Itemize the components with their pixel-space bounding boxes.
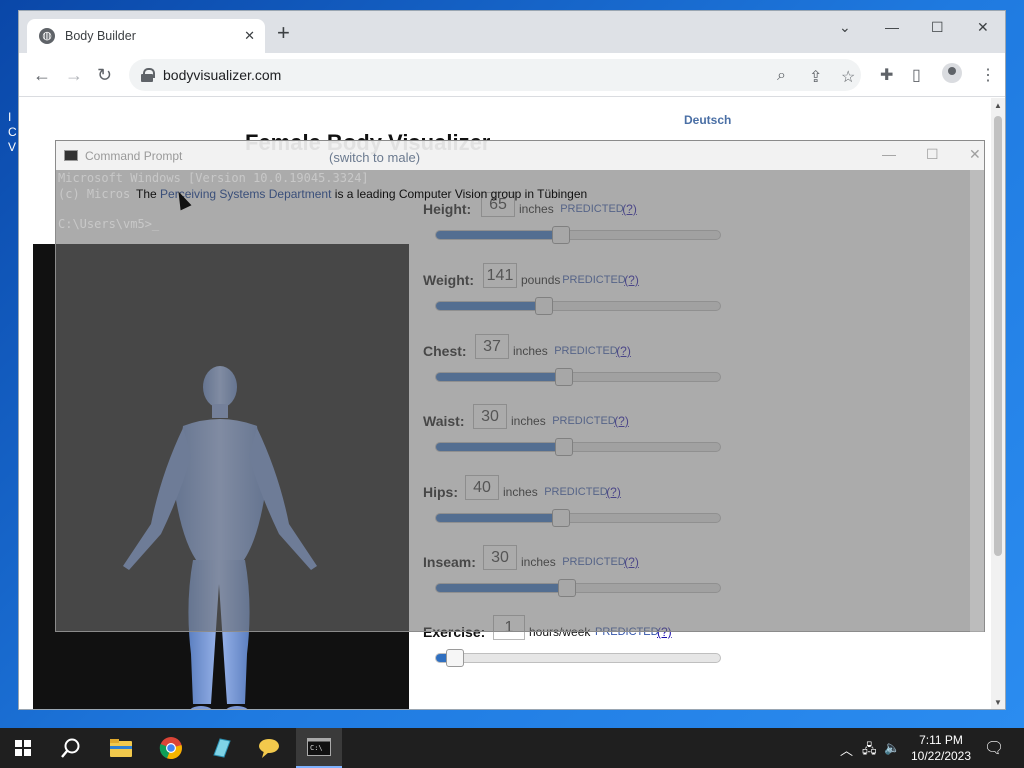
forward-button[interactable]: → <box>65 65 83 85</box>
terminal-icon: C:\ <box>307 738 331 756</box>
cmd-line-1: Microsoft Windows [Version 10.0.19045.33… <box>58 171 369 185</box>
globe-icon: ◍ <box>39 28 55 44</box>
address-bar[interactable]: bodyvisualizer.com ⌕ ⇪ ☆ <box>129 59 861 91</box>
tray-chevron-icon[interactable]: ︿ <box>840 740 853 759</box>
desktop-label-2: C <box>8 125 17 139</box>
profile-avatar-icon[interactable] <box>942 63 962 83</box>
command-prompt-taskbar-button[interactable]: C:\ <box>296 728 342 768</box>
slider-track[interactable] <box>435 653 721 663</box>
tab-search-icon[interactable]: ⌄ <box>839 19 851 36</box>
close-window-button[interactable]: ✕ <box>977 19 989 36</box>
extensions-icon[interactable]: ✚ <box>880 65 893 85</box>
url-text: bodyvisualizer.com <box>163 67 282 83</box>
clock-time: 7:11 PM <box>919 733 963 747</box>
chrome-icon <box>159 737 182 760</box>
volume-muted-icon[interactable]: 🔈 <box>884 740 900 756</box>
sticky-notes-button[interactable] <box>246 728 292 768</box>
scroll-down-icon[interactable]: ▼ <box>994 698 1002 707</box>
bookmark-star-icon[interactable]: ☆ <box>841 67 855 87</box>
side-panel-icon[interactable]: ▯ <box>912 65 921 85</box>
scrollbar-thumb[interactable] <box>994 116 1002 556</box>
cmd-line-2: (c) Micros <box>58 187 131 201</box>
intro-suffix: is a leading Computer Vision group in Tü… <box>334 187 588 201</box>
scroll-up-icon[interactable]: ▲ <box>994 101 1002 110</box>
tab-close-icon[interactable]: ✕ <box>244 28 255 44</box>
share-icon[interactable]: ⇪ <box>809 67 822 87</box>
cmd-app-icon <box>64 150 78 161</box>
windows-logo-icon <box>15 740 31 756</box>
system-clock[interactable]: 7:11 PM 10/22/2023 <box>906 732 976 764</box>
lock-icon <box>141 68 155 82</box>
chat-bubble-icon <box>259 739 279 758</box>
page-scrollbar[interactable]: ▲ ▼ <box>991 98 1005 709</box>
chrome-button[interactable] <box>148 728 194 768</box>
cmd-scrollbar[interactable] <box>970 170 984 632</box>
notepad-button[interactable] <box>198 728 244 768</box>
start-button[interactable] <box>0 728 46 768</box>
zoom-icon[interactable]: ⌕ <box>777 67 786 85</box>
cmd-close-button[interactable]: ✕ <box>969 146 981 163</box>
switch-to-male-link[interactable]: (switch to male) <box>329 150 420 165</box>
command-prompt-window[interactable]: Command Prompt (switch to male) — ☐ ✕ Mi… <box>55 140 985 632</box>
language-link-deutsch[interactable]: Deutsch <box>684 113 731 127</box>
notifications-icon[interactable]: 🗨 <box>984 738 1004 758</box>
tab-title: Body Builder <box>65 29 136 43</box>
cmd-maximize-button[interactable]: ☐ <box>926 146 939 163</box>
svg-text:C:\: C:\ <box>310 744 323 752</box>
tab-body-builder[interactable]: ◍ Body Builder ✕ <box>27 19 265 53</box>
intro-text: The Perceiving Systems Department is a l… <box>136 187 587 201</box>
clock-date: 10/22/2023 <box>910 749 972 763</box>
minimize-button[interactable]: — <box>885 19 899 35</box>
network-icon[interactable]: 🖧 <box>862 740 877 762</box>
taskbar: C:\ ︿ 🖧 🔈 7:11 PM 10/22/2023 🗨 <box>0 728 1024 768</box>
file-explorer-button[interactable] <box>98 728 144 768</box>
tab-strip: ◍ Body Builder ✕ + ⌄ — ☐ ✕ <box>19 11 1005 53</box>
desktop-icon-labels: I C V <box>8 110 17 155</box>
intro-prefix: The <box>136 187 157 201</box>
browser-toolbar: ← → ↻ bodyvisualizer.com ⌕ ⇪ ☆ <box>19 53 1005 97</box>
desktop-label-3: V <box>8 140 17 154</box>
maximize-button[interactable]: ☐ <box>931 19 944 36</box>
cmd-title-bar[interactable]: Command Prompt (switch to male) — ☐ ✕ <box>56 141 984 170</box>
back-button[interactable]: ← <box>33 65 51 85</box>
new-tab-button[interactable]: + <box>277 22 290 44</box>
cmd-title: Command Prompt <box>85 149 183 163</box>
reload-button[interactable]: ↻ <box>97 65 112 85</box>
search-button[interactable] <box>48 728 94 768</box>
menu-kebab-icon[interactable]: ⋮ <box>980 65 996 85</box>
desktop-label-1: I <box>8 110 12 124</box>
search-icon <box>61 738 80 758</box>
cmd-minimize-button[interactable]: — <box>882 146 896 162</box>
folder-icon <box>110 739 132 757</box>
notepad-icon <box>213 738 231 758</box>
cmd-prompt-line[interactable]: C:\Users\vm5>_ <box>58 217 159 231</box>
slider-handle[interactable] <box>446 649 465 667</box>
